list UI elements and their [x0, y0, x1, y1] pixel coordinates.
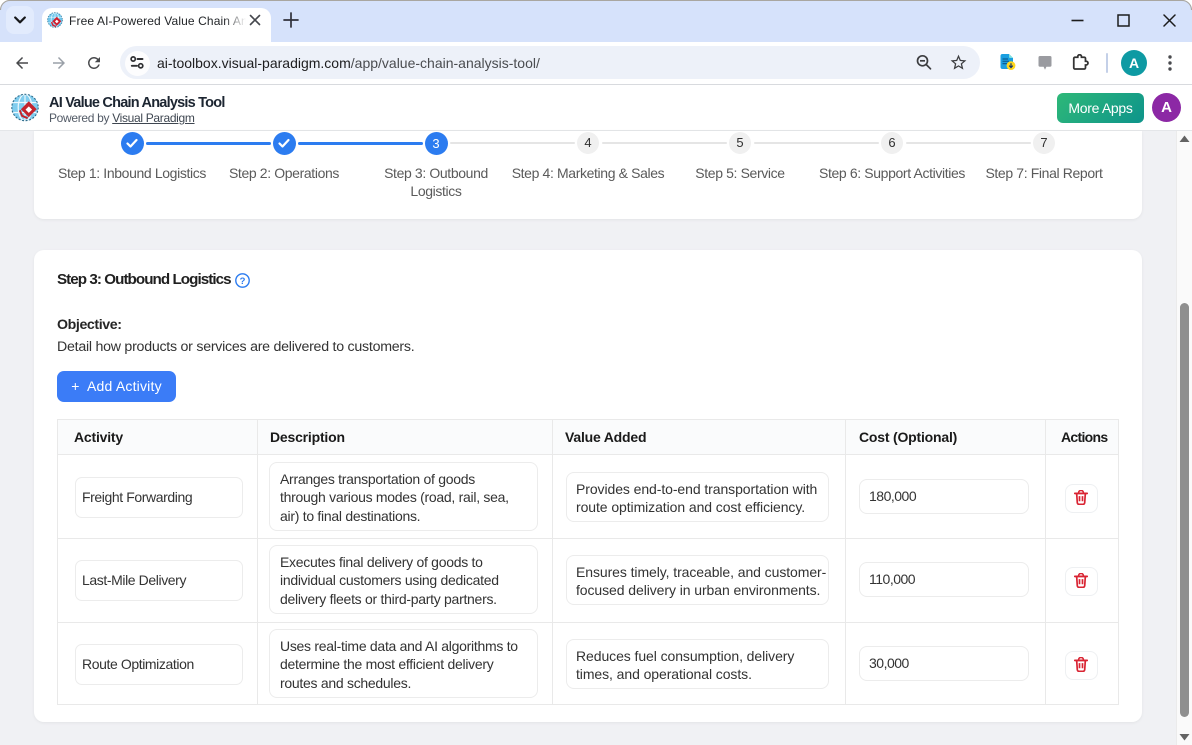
svg-text:?: ? — [240, 276, 246, 287]
